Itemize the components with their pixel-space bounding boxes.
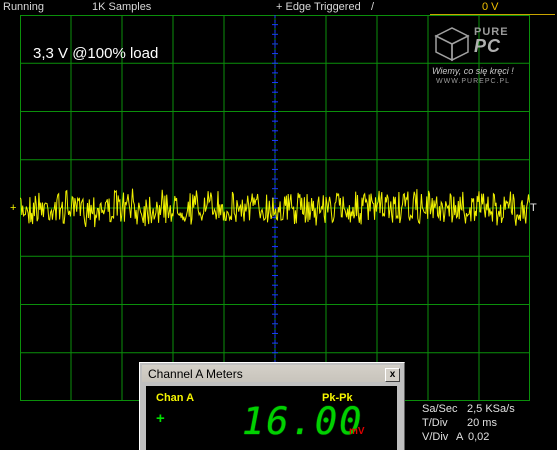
logo-url: WWW.PUREPC.PL — [436, 78, 511, 85]
polarity-indicator: + — [156, 410, 165, 427]
volts-div-label: V/Div — [422, 431, 449, 443]
load-label: 3,3 V @100% load — [33, 45, 159, 62]
sample-rate-value: 2,5 KSa/s — [467, 403, 515, 415]
trigger-mode[interactable]: + Edge Triggered — [276, 1, 361, 13]
purepc-logo: PURE PC Wiemy, co się kręci ! WWW.PUREPC… — [432, 24, 538, 96]
cube-icon — [434, 27, 470, 62]
sample-rate-label: Sa/Sec — [422, 403, 458, 415]
status-bar: Running 1K Samples + Edge Triggered / 0 … — [0, 0, 557, 16]
meter-display: Chan A Pk-Pk + 16.00 mV — [146, 386, 397, 450]
trigger-marker[interactable]: T — [530, 202, 537, 214]
logo-tagline: Wiemy, co się kręci ! — [432, 66, 514, 76]
rising-edge-icon: / — [371, 1, 375, 13]
meter-titlebar[interactable]: Channel A Meters x — [142, 365, 400, 382]
meter-title: Channel A Meters — [148, 367, 243, 381]
meter-unit: mV — [349, 426, 365, 437]
timebase-label: T/Div — [422, 417, 448, 429]
meter-value: 16.00 — [242, 400, 364, 443]
timebase-value: 20 ms — [467, 417, 497, 429]
volts-div-value: 0,02 — [468, 431, 490, 443]
trigger-level: 0 V — [482, 1, 499, 13]
meter-channel: Chan A — [156, 392, 195, 404]
sample-count[interactable]: 1K Samples — [92, 1, 151, 13]
channel-meter-window[interactable]: Channel A Meters x Chan A Pk-Pk + 16.00 … — [139, 362, 405, 450]
run-state[interactable]: Running — [3, 1, 44, 13]
channel-marker: + — [10, 202, 17, 214]
logo-brand-main: PC — [474, 36, 502, 56]
volts-div-channel: A — [456, 431, 464, 443]
close-button[interactable]: x — [385, 368, 400, 382]
